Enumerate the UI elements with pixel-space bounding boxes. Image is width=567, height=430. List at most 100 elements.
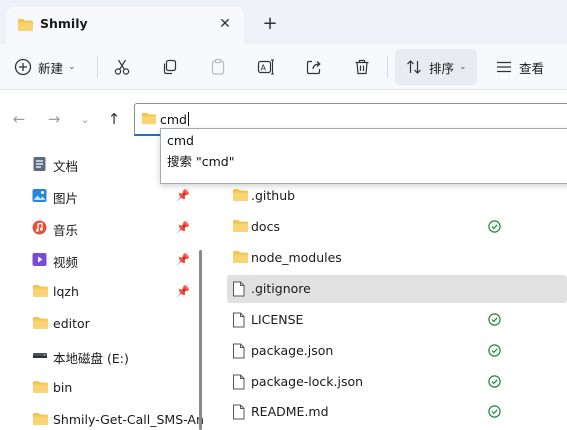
folder-icon bbox=[32, 380, 49, 394]
file-row[interactable]: docs bbox=[227, 213, 567, 241]
file-icon bbox=[232, 343, 245, 359]
chevron-down-icon: ⌄ bbox=[80, 112, 90, 126]
chevron-down-icon: ⌄ bbox=[459, 62, 467, 72]
sidebar-item-label: 文档 bbox=[53, 159, 79, 174]
file-name: package-lock.json bbox=[251, 374, 364, 389]
sidebar-item-bin[interactable]: bin bbox=[0, 372, 200, 404]
view-button[interactable]: 查看 bbox=[495, 50, 544, 84]
sidebar-item-videos[interactable]: 视频 📌 bbox=[0, 244, 200, 276]
sidebar-item-pictures[interactable]: 图片 📌 bbox=[0, 180, 200, 212]
address-input-value: cmd bbox=[160, 112, 187, 127]
videos-icon bbox=[32, 252, 47, 267]
file-name: LICENSE bbox=[251, 312, 304, 327]
folder-icon bbox=[32, 316, 49, 330]
sidebar-item-label: 视频 bbox=[53, 255, 79, 270]
copy-button[interactable] bbox=[161, 50, 179, 84]
delete-button[interactable] bbox=[353, 50, 371, 84]
rename-button[interactable]: A bbox=[257, 50, 275, 84]
close-tab-button[interactable]: ✕ bbox=[214, 13, 236, 35]
folder-icon bbox=[232, 188, 249, 202]
folder-icon bbox=[141, 112, 157, 125]
chevron-down-icon: ⌄ bbox=[68, 62, 76, 72]
sidebar-item-music[interactable]: 音乐 📌 bbox=[0, 212, 200, 244]
file-list: .github docs node_modules .gitignore LIC… bbox=[212, 184, 567, 430]
scissors-icon bbox=[113, 58, 131, 76]
pin-icon: 📌 bbox=[176, 189, 190, 202]
pin-icon: 📌 bbox=[176, 285, 190, 298]
sidebar-scrollbar[interactable] bbox=[199, 250, 202, 430]
suggestion-item[interactable]: cmd bbox=[167, 133, 194, 148]
plus-circle-icon bbox=[14, 58, 32, 76]
file-name: docs bbox=[251, 219, 280, 234]
sort-button[interactable]: 排序 ⌄ bbox=[405, 50, 467, 84]
address-input[interactable]: cmd bbox=[160, 112, 189, 127]
sidebar-item-label: 图片 bbox=[53, 191, 79, 206]
sidebar-item-label: editor bbox=[53, 316, 90, 331]
paste-button[interactable] bbox=[209, 50, 227, 84]
synced-check-icon bbox=[488, 344, 501, 357]
sidebar-item-lqzh[interactable]: lqzh 📌 bbox=[0, 276, 200, 308]
share-button[interactable] bbox=[305, 50, 323, 84]
recent-locations-button[interactable]: ⌄ bbox=[74, 108, 96, 130]
sidebar-item-label: 本地磁盘 (E:) bbox=[53, 351, 129, 366]
sidebar-item-label: 音乐 bbox=[53, 223, 79, 238]
svg-text:A: A bbox=[261, 64, 267, 73]
divider bbox=[97, 56, 98, 78]
arrow-right-icon: → bbox=[47, 110, 61, 128]
address-suggestions: cmd 搜索 "cmd" bbox=[160, 128, 567, 184]
file-row[interactable]: node_modules bbox=[227, 244, 567, 272]
arrow-left-icon: ← bbox=[12, 110, 26, 128]
sidebar-item-editor[interactable]: editor bbox=[0, 308, 200, 340]
tab-shmily[interactable]: Shmily ✕ bbox=[6, 7, 244, 44]
file-row[interactable]: package.json bbox=[227, 337, 567, 365]
new-tab-button[interactable]: + bbox=[259, 12, 281, 34]
rename-icon: A bbox=[257, 58, 275, 76]
share-icon bbox=[305, 58, 323, 76]
sidebar-item-shmily-get-call[interactable]: Shmily-Get-Call_SMS-An bbox=[0, 404, 204, 430]
folder-icon bbox=[32, 412, 49, 426]
file-icon bbox=[232, 374, 245, 390]
cut-button[interactable] bbox=[113, 50, 131, 84]
folder-icon bbox=[232, 250, 249, 264]
file-name: .github bbox=[251, 188, 296, 203]
documents-icon bbox=[32, 156, 47, 172]
file-name: .gitignore bbox=[251, 281, 311, 296]
sidebar-item-drive-e[interactable]: 本地磁盘 (E:) bbox=[0, 340, 200, 372]
synced-check-icon bbox=[488, 375, 501, 388]
back-button[interactable]: ← bbox=[8, 108, 30, 130]
file-name: README.md bbox=[251, 404, 329, 419]
pictures-icon bbox=[32, 188, 47, 203]
command-bar: 新建 ⌄ A 排序 ⌄ 查看 bbox=[0, 44, 567, 90]
sort-button-label: 排序 bbox=[429, 60, 455, 76]
music-icon bbox=[32, 220, 47, 235]
pin-icon: 📌 bbox=[176, 221, 190, 234]
new-button[interactable]: 新建 ⌄ bbox=[14, 50, 76, 84]
file-icon bbox=[232, 281, 245, 297]
drive-icon bbox=[32, 348, 48, 362]
forward-button[interactable]: → bbox=[43, 108, 65, 130]
file-row-selected[interactable]: .gitignore bbox=[227, 275, 567, 303]
folder-icon bbox=[32, 284, 49, 298]
copy-icon bbox=[161, 58, 179, 76]
sidebar-item-label: bin bbox=[53, 380, 73, 395]
tab-bar: Shmily ✕ + bbox=[0, 0, 567, 44]
divider bbox=[387, 56, 388, 78]
sidebar-item-label: lqzh bbox=[53, 284, 79, 299]
file-row[interactable]: README.md bbox=[227, 398, 567, 426]
synced-check-icon bbox=[488, 313, 501, 326]
file-icon bbox=[232, 312, 245, 328]
file-row[interactable]: .github bbox=[227, 182, 567, 210]
file-row[interactable]: package-lock.json bbox=[227, 368, 567, 396]
file-row[interactable]: LICENSE bbox=[227, 306, 567, 334]
clipboard-icon bbox=[209, 58, 227, 76]
synced-check-icon bbox=[488, 220, 501, 233]
file-name: node_modules bbox=[251, 250, 342, 265]
synced-check-icon bbox=[488, 405, 501, 418]
trash-icon bbox=[353, 58, 371, 76]
sort-icon bbox=[405, 58, 423, 76]
tab-title: Shmily bbox=[40, 16, 88, 31]
up-button[interactable]: ↑ bbox=[103, 108, 125, 130]
pin-icon: 📌 bbox=[176, 253, 190, 266]
suggestion-item[interactable]: 搜索 "cmd" bbox=[167, 151, 234, 170]
text-cursor bbox=[187, 112, 189, 126]
